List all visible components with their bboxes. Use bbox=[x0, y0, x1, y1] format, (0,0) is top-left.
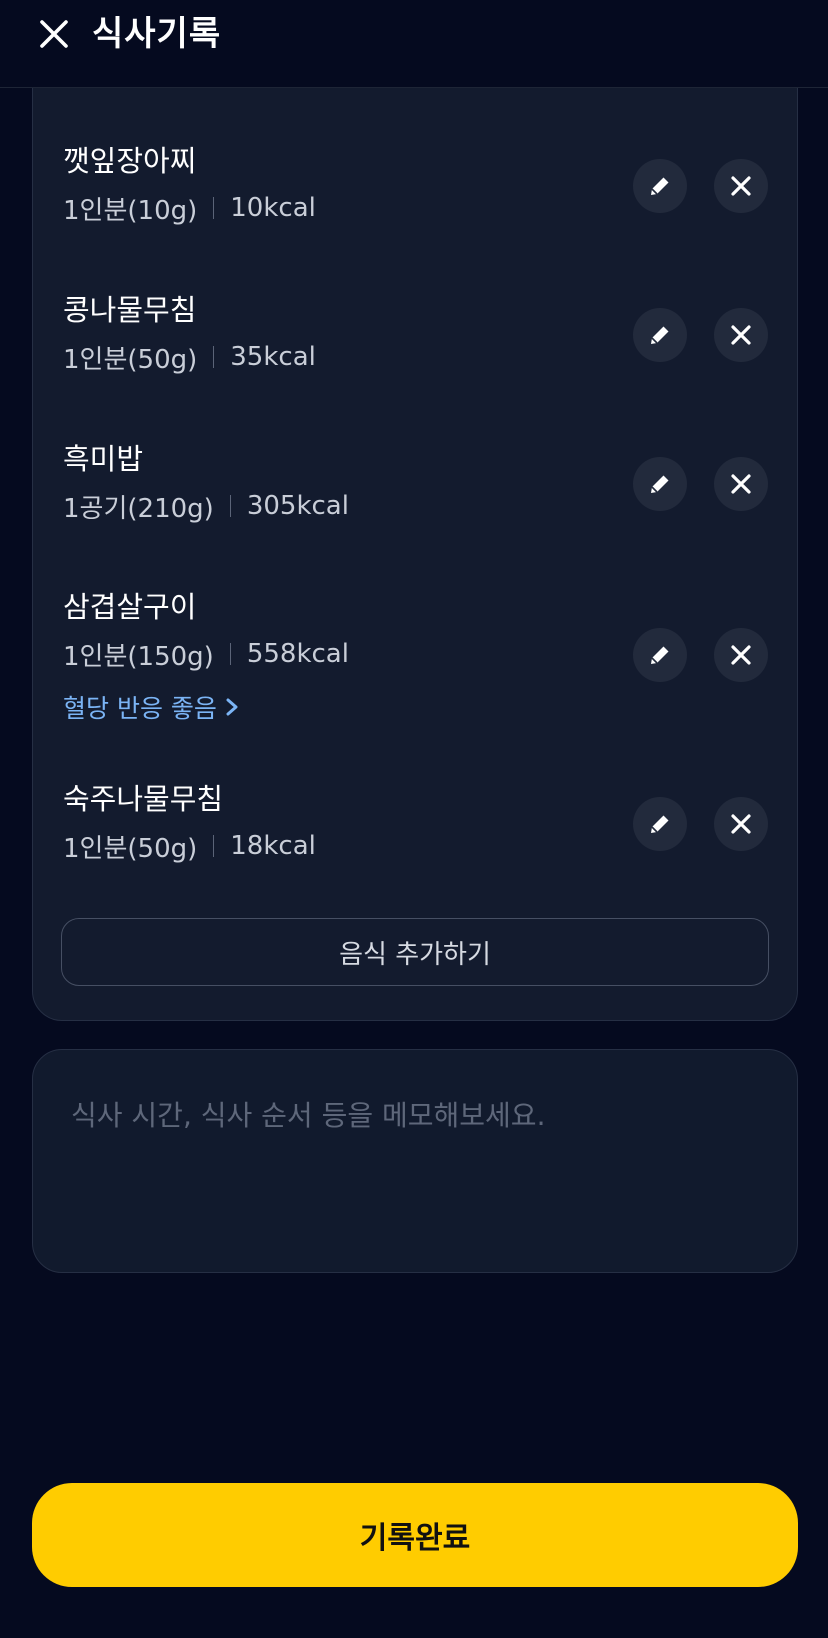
food-calories: 305kcal bbox=[246, 491, 349, 521]
memo-input[interactable] bbox=[71, 1094, 761, 1244]
food-calories: 18kcal bbox=[230, 831, 316, 861]
food-name: 삼겹살구이 bbox=[63, 590, 197, 624]
food-serving: 1인분(10g) bbox=[63, 195, 198, 226]
close-icon bbox=[731, 474, 751, 494]
food-meta: 1인분(50g) 35kcal bbox=[63, 340, 316, 375]
submit-button[interactable]: 기록완료 bbox=[32, 1483, 798, 1587]
food-meta: 1인분(10g) 10kcal bbox=[63, 191, 316, 226]
edit-food-button[interactable] bbox=[633, 628, 687, 682]
food-meta: 1공기(210g) 305kcal bbox=[63, 489, 349, 524]
delete-food-button[interactable] bbox=[714, 159, 768, 213]
pencil-icon bbox=[651, 815, 669, 833]
pencil-icon bbox=[651, 326, 669, 344]
memo-box bbox=[32, 1049, 798, 1273]
close-icon bbox=[731, 814, 751, 834]
meta-divider bbox=[213, 346, 215, 368]
page-title: 식사기록 bbox=[92, 14, 222, 54]
food-serving: 1공기(210g) bbox=[63, 493, 214, 524]
edit-food-button[interactable] bbox=[633, 797, 687, 851]
close-icon bbox=[731, 176, 751, 196]
close-icon bbox=[731, 325, 751, 345]
edit-food-button[interactable] bbox=[633, 308, 687, 362]
close-icon bbox=[731, 645, 751, 665]
pencil-icon bbox=[651, 646, 669, 664]
pencil-icon bbox=[651, 177, 669, 195]
food-name: 흑미밥 bbox=[63, 442, 144, 476]
food-calories: 35kcal bbox=[230, 342, 316, 372]
food-name: 콩나물무침 bbox=[63, 293, 197, 327]
delete-food-button[interactable] bbox=[714, 628, 768, 682]
close-icon bbox=[40, 20, 68, 48]
pencil-icon bbox=[651, 475, 669, 493]
meta-divider bbox=[213, 197, 215, 219]
food-meta: 1인분(150g) 558kcal bbox=[63, 637, 349, 672]
edit-food-button[interactable] bbox=[633, 159, 687, 213]
top-bar: 식사기록 bbox=[0, 0, 828, 88]
edit-food-button[interactable] bbox=[633, 457, 687, 511]
chevron-right-icon bbox=[226, 698, 238, 716]
food-name: 깻잎장아찌 bbox=[63, 144, 197, 178]
food-calories: 558kcal bbox=[246, 639, 349, 669]
close-button[interactable] bbox=[34, 14, 74, 54]
food-name: 숙주나물무침 bbox=[63, 782, 224, 816]
food-serving: 1인분(150g) bbox=[63, 641, 214, 672]
food-list-card: 깻잎장아찌 1인분(10g) 10kcal 콩나물무침 1인분(50g) 35k… bbox=[32, 40, 798, 1021]
glucose-reaction-label: 혈당 반응 좋음 bbox=[63, 694, 217, 723]
delete-food-button[interactable] bbox=[714, 457, 768, 511]
glucose-reaction-link[interactable]: 혈당 반응 좋음 bbox=[63, 689, 239, 725]
food-serving: 1인분(50g) bbox=[63, 833, 198, 864]
delete-food-button[interactable] bbox=[714, 797, 768, 851]
food-calories: 10kcal bbox=[230, 193, 316, 223]
food-serving: 1인분(50g) bbox=[63, 344, 198, 375]
meta-divider bbox=[229, 495, 231, 517]
food-meta: 1인분(50g) 18kcal bbox=[63, 829, 316, 864]
delete-food-button[interactable] bbox=[714, 308, 768, 362]
meta-divider bbox=[213, 835, 215, 857]
meta-divider bbox=[229, 643, 231, 665]
add-food-button[interactable]: 음식 추가하기 bbox=[61, 918, 769, 986]
